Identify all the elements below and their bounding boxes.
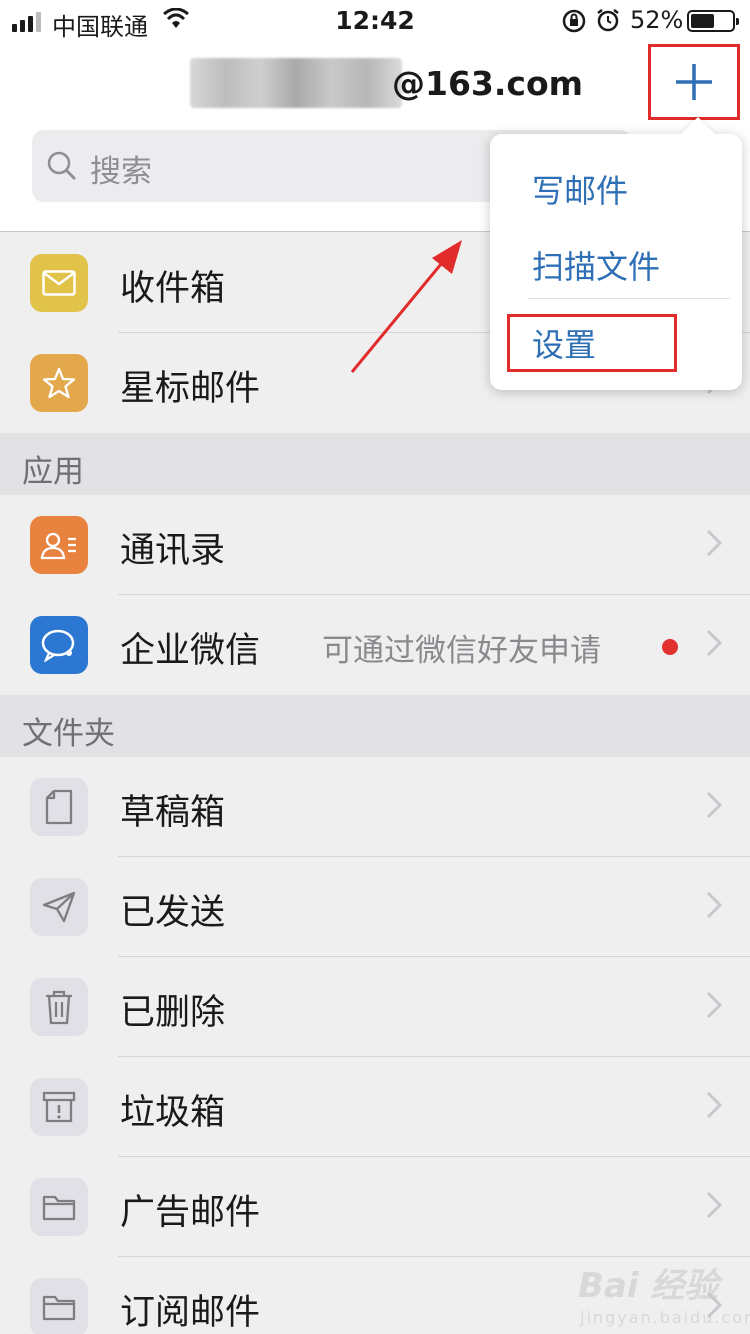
contacts-icon xyxy=(30,516,88,574)
baidu-watermark: Bai 经验 jingyan.baidu.com xyxy=(578,1250,750,1334)
deleted-label: 已删除 xyxy=(120,993,226,1033)
draft-icon xyxy=(30,778,88,836)
section-header-apps: 应用 xyxy=(0,433,750,495)
spam-label: 垃圾箱 xyxy=(120,1093,226,1133)
annotation-arrow xyxy=(350,240,462,373)
list-item-wework[interactable]: 企业微信 可通过微信好友申请 xyxy=(0,595,750,695)
sent-label: 已发送 xyxy=(120,893,226,933)
spam-icon xyxy=(30,1078,88,1136)
section-title: 文件夹 xyxy=(22,716,115,752)
list-item-drafts[interactable]: 草稿箱 xyxy=(0,757,750,857)
contacts-label: 通讯录 xyxy=(120,531,226,571)
watermark-sub: jingyan.baidu.com xyxy=(580,1308,750,1327)
section-title: 应用 xyxy=(22,454,84,490)
trash-icon xyxy=(30,978,88,1036)
send-icon xyxy=(30,878,88,936)
chevron-right-icon xyxy=(706,629,723,661)
list-item-spam[interactable]: 垃圾箱 xyxy=(0,1057,750,1157)
chevron-right-icon xyxy=(706,1191,723,1223)
wework-label: 企业微信 xyxy=(120,631,261,671)
subscriptions-label: 订阅邮件 xyxy=(120,1293,261,1333)
list-item-sent[interactable]: 已发送 xyxy=(0,857,750,957)
drafts-label: 草稿箱 xyxy=(120,793,226,833)
watermark-text: Bai 经验 xyxy=(578,1266,719,1306)
wework-icon xyxy=(30,616,88,674)
ads-label: 广告邮件 xyxy=(120,1193,261,1233)
chevron-right-icon xyxy=(706,1091,723,1123)
list-item-ads[interactable]: 广告邮件 xyxy=(0,1157,750,1257)
chevron-right-icon xyxy=(706,529,723,561)
chevron-right-icon xyxy=(706,891,723,923)
list-item-deleted[interactable]: 已删除 xyxy=(0,957,750,1057)
wework-detail: 可通过微信好友申请 xyxy=(322,633,601,669)
notification-dot xyxy=(662,639,678,655)
folder-icon xyxy=(30,1178,88,1236)
folder-icon xyxy=(30,1278,88,1334)
chevron-right-icon xyxy=(706,791,723,823)
section-header-folders: 文件夹 xyxy=(0,695,750,757)
chevron-right-icon xyxy=(706,991,723,1023)
list-item-contacts[interactable]: 通讯录 xyxy=(0,495,750,595)
